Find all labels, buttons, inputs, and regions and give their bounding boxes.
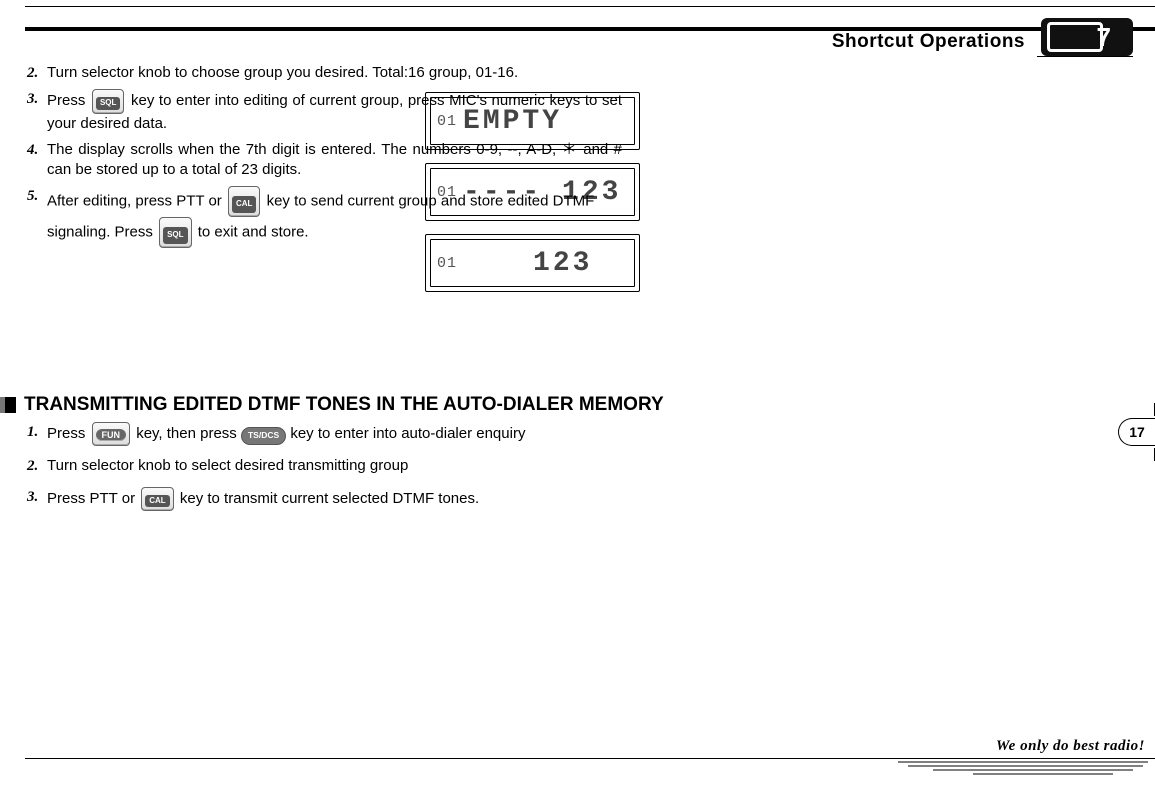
step-number: 3. xyxy=(27,89,47,109)
tsdcs-key-icon: TS/DCS xyxy=(241,427,286,444)
text-fragment: key, then press xyxy=(136,425,241,442)
text-fragment: key to enter into auto-dialer enquiry xyxy=(290,425,525,442)
text-fragment: to exit and store. xyxy=(198,224,309,241)
sql-key-icon: SQL xyxy=(159,217,191,248)
step-number: 4. xyxy=(27,140,47,160)
step-text: Press FUN key, then press TS/DCS key to … xyxy=(47,422,627,446)
text-fragment: Press xyxy=(47,92,90,109)
heading-text: TRANSMITTING EDITED DTMF TONES IN THE AU… xyxy=(24,394,664,416)
step-number: 3. xyxy=(27,487,47,507)
fun-key-icon: FUN xyxy=(92,422,131,446)
list-item: 5. After editing, press PTT or CAL key t… xyxy=(27,186,622,248)
step-text: Turn selector knob to choose group you d… xyxy=(47,63,622,83)
footer-slogan: We only do best radio! xyxy=(996,738,1145,755)
text-fragment: Press PTT or xyxy=(47,490,139,507)
steps-list-b: 1. Press FUN key, then press TS/DCS key … xyxy=(27,422,627,521)
sql-key-icon: SQL xyxy=(92,89,124,113)
list-item: 4. The display scrolls when the 7th digi… xyxy=(27,140,622,181)
list-item: 1. Press FUN key, then press TS/DCS key … xyxy=(27,422,627,446)
cal-key-icon: CAL xyxy=(141,487,173,511)
text-fragment: key to enter into editing of current gro… xyxy=(47,92,622,131)
page: Shortcut Operations 7 01 EMPTY 01 ---- 1… xyxy=(0,0,1155,787)
top-rule xyxy=(25,6,1155,31)
flourish-icon xyxy=(893,759,1153,777)
steps-list-a: 2. Turn selector knob to choose group yo… xyxy=(27,63,622,254)
list-item: 3. Press SQL key to enter into editing o… xyxy=(27,89,622,134)
text-fragment: key to transmit current selected DTMF to… xyxy=(180,490,479,507)
chapter-tab: 7 xyxy=(1041,18,1133,56)
section-heading: TRANSMITTING EDITED DTMF TONES IN THE AU… xyxy=(0,394,664,416)
list-item: 2. Turn selector knob to select desired … xyxy=(27,456,627,476)
step-text: The display scrolls when the 7th digit i… xyxy=(47,140,622,181)
chapter-tab-frame xyxy=(1047,22,1103,52)
cal-key-icon: CAL xyxy=(228,186,260,217)
lcd-index: 01 xyxy=(437,255,457,272)
page-number-tab: 17 xyxy=(1118,418,1155,446)
page-number: 17 xyxy=(1129,424,1145,440)
step-text: Turn selector knob to select desired tra… xyxy=(47,456,627,476)
step-number: 5. xyxy=(27,186,47,206)
step-number: 2. xyxy=(27,456,47,476)
step-text: Press PTT or CAL key to transmit current… xyxy=(47,487,627,511)
heading-marker-icon xyxy=(0,397,16,413)
step-number: 1. xyxy=(27,422,47,442)
list-item: 2. Turn selector knob to choose group yo… xyxy=(27,63,622,83)
text-fragment: After editing, press PTT or xyxy=(47,193,226,210)
step-number: 2. xyxy=(27,63,47,83)
list-item: 3. Press PTT or CAL key to transmit curr… xyxy=(27,487,627,511)
tab-underline xyxy=(1037,56,1133,57)
step-text: Press SQL key to enter into editing of c… xyxy=(47,89,622,134)
chapter-number: 7 xyxy=(1097,22,1111,53)
page-title: Shortcut Operations xyxy=(832,31,1025,53)
text-fragment: Press xyxy=(47,425,90,442)
step-text: After editing, press PTT or CAL key to s… xyxy=(47,186,622,248)
